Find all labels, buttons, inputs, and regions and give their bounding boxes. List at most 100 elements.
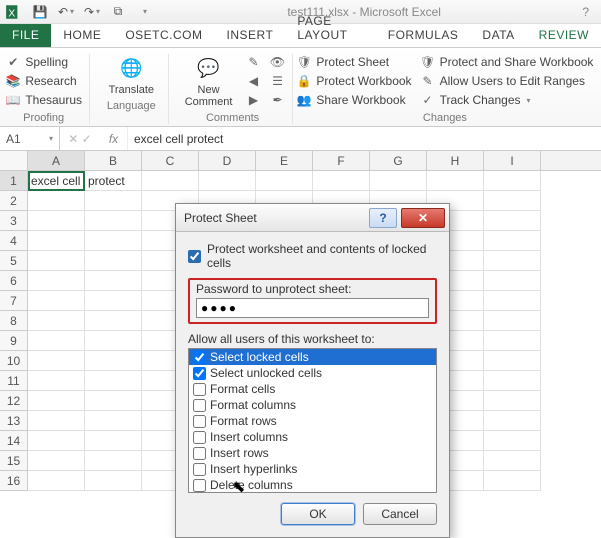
- cell[interactable]: [85, 271, 142, 291]
- protect-sheet-button[interactable]: 🛡Protect Sheet: [296, 54, 411, 70]
- qat-custom-icon[interactable]: ⧉: [108, 3, 128, 21]
- row-header[interactable]: 7: [0, 291, 28, 311]
- cell[interactable]: [370, 171, 427, 191]
- cell[interactable]: [85, 451, 142, 471]
- cell[interactable]: [484, 211, 541, 231]
- row-header[interactable]: 2: [0, 191, 28, 211]
- translate-button[interactable]: 🌐 Translate: [102, 54, 160, 96]
- permission-checkbox[interactable]: [193, 351, 206, 364]
- cell[interactable]: [85, 371, 142, 391]
- row-header[interactable]: 11: [0, 371, 28, 391]
- tab-file[interactable]: FILE: [0, 24, 51, 47]
- cell[interactable]: [85, 251, 142, 271]
- tab-pagelayout[interactable]: PAGE LAYOUT: [285, 10, 375, 47]
- protect-workbook-button[interactable]: 🔒Protect Workbook: [296, 73, 411, 89]
- new-comment-button[interactable]: 💬 New Comment: [180, 54, 238, 108]
- redo-icon[interactable]: ↷▾: [82, 3, 102, 21]
- permission-checkbox[interactable]: [193, 447, 206, 460]
- permission-item[interactable]: Select unlocked cells: [189, 365, 436, 381]
- cell[interactable]: [313, 171, 370, 191]
- cell[interactable]: [484, 331, 541, 351]
- permission-checkbox[interactable]: [193, 479, 206, 492]
- cell[interactable]: [484, 351, 541, 371]
- cell[interactable]: [28, 451, 85, 471]
- spelling-button[interactable]: ✔Spelling: [5, 54, 82, 70]
- name-box[interactable]: A1▾: [0, 127, 60, 150]
- cell[interactable]: [85, 431, 142, 451]
- dialog-help-button[interactable]: ?: [369, 208, 397, 228]
- thesaurus-button[interactable]: 📖Thesaurus: [5, 92, 82, 108]
- row-header[interactable]: 8: [0, 311, 28, 331]
- cell[interactable]: [28, 431, 85, 451]
- cell[interactable]: [85, 471, 142, 491]
- cell[interactable]: [28, 351, 85, 371]
- cell[interactable]: [28, 471, 85, 491]
- cell[interactable]: [427, 171, 484, 191]
- dialog-titlebar[interactable]: Protect Sheet ? ✕: [176, 204, 449, 232]
- track-changes-button[interactable]: ✓Track Changes▾: [420, 92, 594, 108]
- protect-contents-checkbox[interactable]: Protect worksheet and contents of locked…: [188, 242, 437, 270]
- row-header[interactable]: 4: [0, 231, 28, 251]
- cell[interactable]: [484, 171, 541, 191]
- cell[interactable]: [85, 191, 142, 211]
- cell[interactable]: [28, 311, 85, 331]
- permission-checkbox[interactable]: [193, 383, 206, 396]
- protect-share-button[interactable]: 🛡Protect and Share Workbook: [420, 54, 594, 70]
- permission-item[interactable]: Insert columns: [189, 429, 436, 445]
- cell[interactable]: protect: [85, 171, 142, 191]
- cell[interactable]: [484, 231, 541, 251]
- cell[interactable]: [484, 311, 541, 331]
- row-header[interactable]: 16: [0, 471, 28, 491]
- save-icon[interactable]: 💾: [30, 3, 50, 21]
- cell[interactable]: [28, 391, 85, 411]
- cell[interactable]: [484, 251, 541, 271]
- col-header-I[interactable]: I: [484, 151, 541, 170]
- qat-customize-icon[interactable]: ▾: [134, 3, 154, 21]
- cell[interactable]: [85, 211, 142, 231]
- row-header[interactable]: 12: [0, 391, 28, 411]
- cell[interactable]: [85, 231, 142, 251]
- cell[interactable]: [142, 171, 199, 191]
- col-header-G[interactable]: G: [370, 151, 427, 170]
- permission-checkbox[interactable]: [193, 431, 206, 444]
- research-button[interactable]: 📚Research: [5, 73, 82, 89]
- col-header-E[interactable]: E: [256, 151, 313, 170]
- cell[interactable]: [85, 311, 142, 331]
- permission-checkbox[interactable]: [193, 415, 206, 428]
- permission-checkbox[interactable]: [193, 399, 206, 412]
- permission-item[interactable]: Delete columns: [189, 477, 436, 493]
- cell[interactable]: [28, 331, 85, 351]
- tab-insert[interactable]: INSERT: [215, 24, 286, 47]
- permission-checkbox[interactable]: [193, 367, 206, 380]
- row-header[interactable]: 3: [0, 211, 28, 231]
- permission-item[interactable]: Format rows: [189, 413, 436, 429]
- cell[interactable]: excel cell: [28, 171, 85, 191]
- permission-item[interactable]: Insert rows: [189, 445, 436, 461]
- cell[interactable]: [484, 271, 541, 291]
- cell[interactable]: [28, 251, 85, 271]
- cell[interactable]: [85, 291, 142, 311]
- col-header-B[interactable]: B: [85, 151, 142, 170]
- permission-item[interactable]: Format columns: [189, 397, 436, 413]
- col-header-C[interactable]: C: [142, 151, 199, 170]
- cell[interactable]: [484, 451, 541, 471]
- tab-home[interactable]: HOME: [51, 24, 113, 47]
- cell[interactable]: [85, 391, 142, 411]
- row-header[interactable]: 9: [0, 331, 28, 351]
- tab-formulas[interactable]: FORMULAS: [376, 24, 471, 47]
- permissions-list[interactable]: Select locked cellsSelect unlocked cells…: [188, 348, 437, 493]
- cell[interactable]: [484, 191, 541, 211]
- col-header-H[interactable]: H: [427, 151, 484, 170]
- cell[interactable]: [484, 471, 541, 491]
- cell[interactable]: [28, 291, 85, 311]
- row-header[interactable]: 15: [0, 451, 28, 471]
- cell[interactable]: [256, 171, 313, 191]
- cell[interactable]: [85, 411, 142, 431]
- row-header[interactable]: 1: [0, 171, 28, 191]
- allow-users-button[interactable]: ✎Allow Users to Edit Ranges: [420, 73, 594, 89]
- col-header-F[interactable]: F: [313, 151, 370, 170]
- fx-icon[interactable]: fx: [100, 127, 128, 150]
- select-all-corner[interactable]: [0, 151, 28, 170]
- tab-review[interactable]: REVIEW: [527, 24, 601, 47]
- share-workbook-button[interactable]: 👥Share Workbook: [296, 92, 411, 108]
